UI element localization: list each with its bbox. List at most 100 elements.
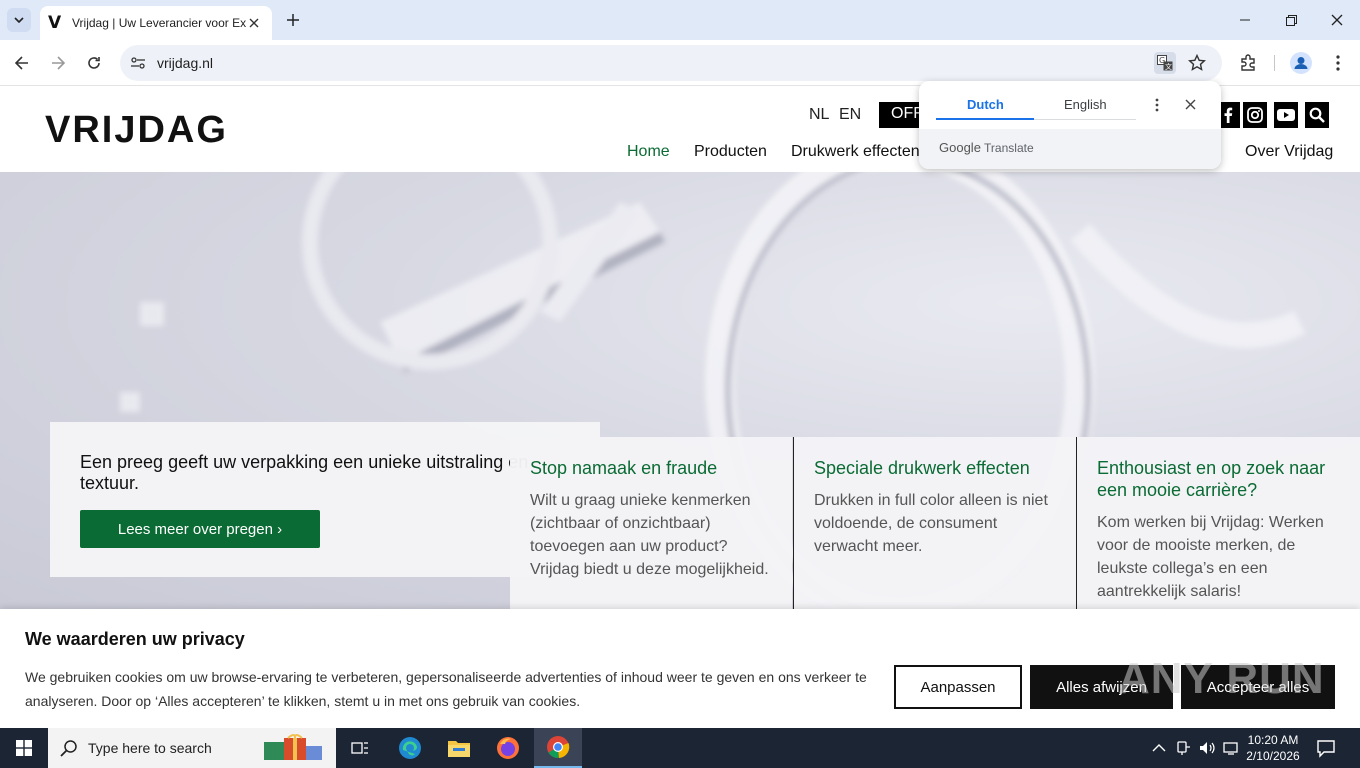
feature-card[interactable]: Stop namaak en fraude Wilt u graag uniek… [510,437,792,609]
site-settings-icon[interactable] [130,55,146,71]
close-icon [1331,14,1343,26]
tab-english[interactable]: English [1064,97,1107,112]
translate-icon: G文 [1157,55,1173,71]
more-vertical-icon [1336,55,1340,71]
site-search-button[interactable] [1305,102,1329,128]
extensions-button[interactable] [1237,52,1259,74]
browser-menu-button[interactable] [1327,52,1349,74]
translate-page-button[interactable]: G文 [1154,52,1176,74]
avatar-icon [1290,52,1312,74]
language-en-link[interactable]: EN [839,106,861,124]
tab-divider [1034,119,1136,120]
forward-button[interactable] [45,50,71,76]
card-text: Kom werken bij Vrijdag: Werken voor de m… [1097,514,1324,600]
close-icon[interactable] [1185,99,1196,110]
site-logo[interactable]: VRIJDAG [45,109,228,152]
windows-taskbar: Type here to search 10:20 AM 2/10/2026 [0,728,1360,768]
feature-card[interactable]: Enthousiast en op zoek naar een mooie ca… [1076,437,1360,609]
tab-dutch[interactable]: Dutch [967,97,1004,112]
chevron-down-icon [14,17,24,23]
close-window-button[interactable] [1314,0,1360,40]
close-icon [249,18,259,28]
start-button[interactable] [0,728,48,768]
url-text: vrijdag.nl [157,55,214,71]
minimize-window-button[interactable] [1222,0,1268,40]
notifications-icon[interactable] [1316,738,1336,758]
arrow-left-icon [15,56,28,70]
tab-title: Vrijdag | Uw Leverancier voor Exclusief … [72,16,246,30]
clock-date: 2/10/2026 [1246,749,1300,763]
instagram-icon [1247,107,1263,123]
feature-card[interactable]: Speciale drukwerk effecten Drukken in fu… [793,437,1076,609]
windows-logo-icon [16,740,32,756]
card-title[interactable]: Stop namaak en fraude [530,457,772,479]
taskbar-firefox[interactable] [484,728,532,768]
card-title[interactable]: Enthousiast en op zoek naar een mooie ca… [1097,457,1340,501]
cookie-title: We waarderen uw privacy [25,629,245,649]
folder-icon [448,741,470,757]
svg-text:文: 文 [1165,62,1172,71]
back-button[interactable] [9,50,35,76]
facebook-icon [1224,107,1233,123]
hero-text: Een preeg geeft uw verpakking een unieke… [80,452,529,493]
hero-banner: Een preeg geeft uw verpakking een unieke… [0,172,1360,609]
gifts-icon [264,734,322,760]
taskbar-edge[interactable] [386,728,434,768]
nav-producten[interactable]: Producten [694,143,767,161]
taskbar-file-explorer[interactable] [435,728,483,768]
clock-time: 10:20 AM [1247,733,1299,747]
youtube-link[interactable] [1274,102,1298,128]
taskbar-clock[interactable]: 10:20 AM 2/10/2026 [1240,732,1306,764]
card-title[interactable]: Speciale drukwerk effecten [814,457,1056,479]
more-vertical-icon[interactable] [1155,98,1159,112]
browser-tab-strip: V Vrijdag | Uw Leverancier voor Exclusie… [0,0,1360,40]
card-text: Drukken in full color alleen is niet vol… [814,492,1048,555]
network-device-icon[interactable] [1174,740,1192,756]
tab-search-button[interactable] [7,8,31,32]
browser-toolbar: vrijdag.nl G文 [0,40,1360,86]
edge-icon [399,737,421,759]
taskbar-chrome[interactable] [534,728,582,768]
active-tab-indicator [936,118,1034,120]
restore-window-button[interactable] [1268,0,1314,40]
accept-all-button[interactable]: Accepteer alles [1181,665,1335,709]
taskbar-search-box[interactable]: Type here to search [48,728,336,768]
google-translate-label: Google Translate [939,140,1034,155]
reload-icon [88,57,100,69]
site-favicon-icon: V [48,13,62,33]
task-view-button[interactable] [336,728,384,768]
nav-drukwerk-effecten[interactable]: Drukwerk effecten [791,143,920,161]
cookie-banner: We waarderen uw privacy We gebruiken coo… [0,609,1360,728]
card-text: Wilt u graag unieke kenmerken (zichtbaar… [530,492,769,578]
reload-button[interactable] [81,50,107,76]
nav-home[interactable]: Home [627,143,670,161]
youtube-icon [1277,109,1295,121]
minimize-icon [1240,19,1250,21]
firefox-icon [497,737,519,759]
cookie-text: We gebruiken cookies om uw browse-ervari… [25,669,867,709]
restore-icon [1285,14,1297,26]
search-icon [60,740,77,757]
chrome-icon [547,736,570,759]
address-bar[interactable]: vrijdag.nl G文 [120,45,1222,81]
arrow-right-icon [52,56,65,70]
toolbar-separator [1274,55,1275,71]
network-icon[interactable] [1222,740,1240,756]
reject-all-button[interactable]: Alles afwijzen [1030,665,1173,709]
bookmark-star-icon[interactable] [1188,54,1206,72]
instagram-link[interactable] [1243,102,1267,128]
lees-meer-button[interactable]: Lees meer over pregen › [80,510,320,548]
nav-over-vrijdag[interactable]: Over Vrijdag [1245,143,1333,161]
puzzle-icon [1241,54,1255,71]
tab-close-button[interactable] [246,15,262,31]
language-nl-link[interactable]: NL [809,106,829,124]
browser-tab-active[interactable]: V Vrijdag | Uw Leverancier voor Exclusie… [40,6,272,40]
profile-button[interactable] [1290,52,1312,74]
search-icon [1309,107,1325,123]
taskbar-search-placeholder: Type here to search [88,740,212,756]
chevron-up-icon[interactable] [1150,740,1168,756]
translate-popup: Dutch English Google Translate [919,81,1221,169]
customize-cookies-button[interactable]: Aanpassen [894,665,1022,709]
new-tab-button[interactable] [283,10,303,30]
volume-icon[interactable] [1198,740,1216,756]
